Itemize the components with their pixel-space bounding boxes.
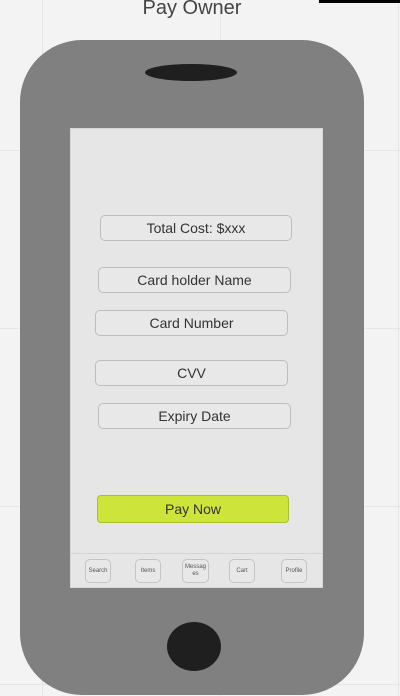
nav-search-label: Search	[88, 567, 108, 574]
home-button[interactable]	[167, 622, 221, 671]
nav-messages[interactable]: Messages	[182, 559, 209, 583]
nav-items[interactable]: Items	[135, 559, 161, 583]
page-title: Pay Owner	[142, 0, 242, 19]
expiry-date-field[interactable]: Expiry Date	[98, 403, 291, 429]
card-number-field[interactable]: Card Number	[95, 310, 288, 336]
nav-cart[interactable]: Cart	[229, 559, 255, 583]
card-holder-name-field[interactable]: Card holder Name	[98, 267, 291, 293]
cvv-field[interactable]: CVV	[95, 360, 288, 386]
pay-now-button[interactable]: Pay Now	[97, 495, 289, 523]
phone-speaker	[145, 64, 237, 81]
nav-messages-label: Messages	[184, 564, 206, 577]
total-cost-display: Total Cost: $xxx	[100, 215, 292, 241]
nav-cart-label: Cart	[236, 567, 248, 574]
nav-items-label: Items	[140, 567, 156, 574]
phone-screen: Total Cost: $xxx Card holder Name Card N…	[70, 128, 323, 588]
nav-search[interactable]: Search	[85, 559, 111, 583]
phone-frame: Total Cost: $xxx Card holder Name Card N…	[20, 40, 364, 695]
bottom-nav: Search Items Messages Cart Profile	[71, 553, 322, 587]
nav-profile-label: Profile	[285, 567, 303, 574]
nav-profile[interactable]: Profile	[281, 559, 307, 583]
